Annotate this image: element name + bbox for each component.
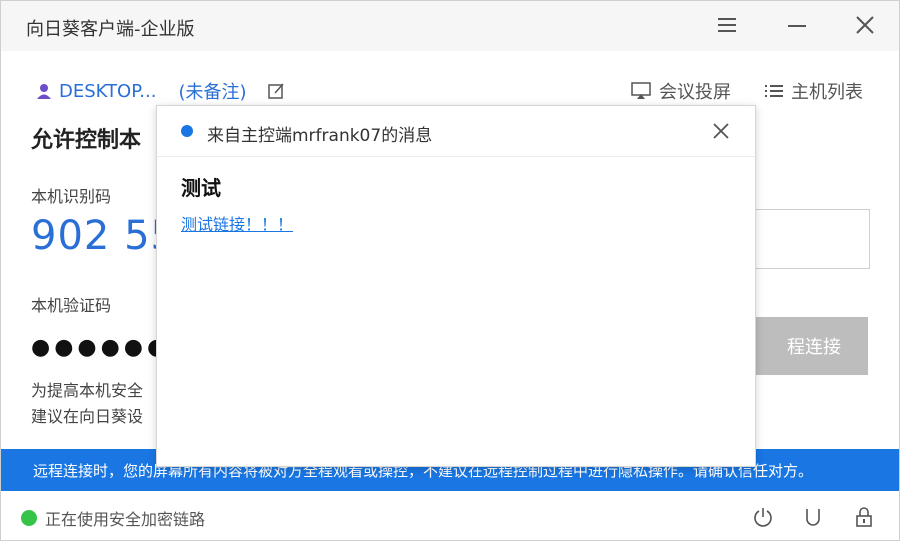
usb-icon[interactable] xyxy=(802,506,824,528)
app-title: 向日葵客户端-企业版 xyxy=(26,19,195,40)
popup-close-icon[interactable] xyxy=(711,121,731,141)
security-tip-line2: 建议在向日葵设 xyxy=(31,407,144,426)
verification-code-value: ●●●●●● xyxy=(31,335,171,360)
message-title: 测试 xyxy=(181,176,221,200)
device-note[interactable]: (未备注) xyxy=(178,78,246,104)
screen-cast-icon xyxy=(631,82,651,99)
edit-icon[interactable] xyxy=(267,82,285,100)
connection-status-text: 正在使用安全加密链路 xyxy=(45,510,206,529)
device-info: DESKTOP... (未备注) xyxy=(35,79,285,103)
partner-id-input[interactable] xyxy=(746,209,870,269)
remote-connect-button[interactable]: 程连接 xyxy=(746,317,868,375)
hamburger-menu-icon[interactable] xyxy=(716,14,738,36)
status-dot-icon xyxy=(21,510,37,526)
security-tip-line1: 为提高本机安全 xyxy=(31,381,144,400)
machine-id-label: 本机识别码 xyxy=(31,187,112,206)
remote-connect-label: 程连接 xyxy=(787,337,841,358)
device-name: DESKTOP... xyxy=(59,80,157,102)
message-popup: 来自主控端mrfrank07的消息 测试 测试链接！！！ xyxy=(156,105,756,467)
close-icon[interactable] xyxy=(854,14,876,36)
app-window: 向日葵客户端-企业版 DESKTOP... (未备注) 会议投屏 主机列表 允许… xyxy=(0,0,900,541)
meeting-cast-button[interactable]: 会议投屏 xyxy=(631,79,731,103)
allow-control-title: 允许控制本 xyxy=(31,128,142,153)
user-icon xyxy=(37,84,51,99)
popup-header: 来自主控端mrfrank07的消息 xyxy=(157,106,755,157)
verification-code-label: 本机验证码 xyxy=(31,296,112,315)
power-icon[interactable] xyxy=(752,506,774,528)
meeting-cast-label: 会议投屏 xyxy=(659,82,731,103)
connection-status: 正在使用安全加密链路 xyxy=(21,506,205,530)
lock-icon[interactable] xyxy=(853,506,875,528)
minimize-icon[interactable] xyxy=(786,14,808,36)
popup-title: 来自主控端mrfrank07的消息 xyxy=(207,126,433,146)
host-list-label: 主机列表 xyxy=(791,82,863,103)
list-icon xyxy=(765,85,783,97)
popup-dot-icon xyxy=(181,125,193,137)
title-bar: 向日葵客户端-企业版 xyxy=(1,1,899,51)
message-link[interactable]: 测试链接！！！ xyxy=(181,211,293,235)
host-list-button[interactable]: 主机列表 xyxy=(765,79,863,103)
